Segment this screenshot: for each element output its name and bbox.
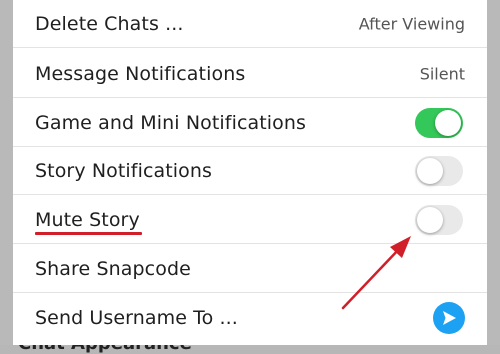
message-notifications-row[interactable]: Message Notifications Silent xyxy=(13,50,487,98)
annotation-underline xyxy=(35,232,142,235)
story-notifications-toggle[interactable] xyxy=(415,155,463,186)
share-snapcode-row[interactable]: Share Snapcode xyxy=(13,245,487,293)
toggle-knob xyxy=(417,157,443,184)
chat-settings-sheet: Delete Chats ... After Viewing Message N… xyxy=(13,0,487,345)
message-notifications-label: Message Notifications xyxy=(35,62,246,85)
send-username-button[interactable] xyxy=(433,302,465,334)
share-snapcode-label: Share Snapcode xyxy=(35,257,191,280)
message-notifications-value: Silent xyxy=(419,64,465,83)
game-mini-notifications-row: Game and Mini Notifications xyxy=(13,99,487,147)
mute-story-toggle[interactable] xyxy=(415,204,463,235)
mute-story-row: Mute Story xyxy=(13,196,487,244)
mute-story-label: Mute Story xyxy=(35,208,140,231)
story-notifications-row: Story Notifications xyxy=(13,147,487,195)
story-notifications-label: Story Notifications xyxy=(35,159,213,182)
delete-chats-value: After Viewing xyxy=(358,14,465,33)
send-username-label: Send Username To ... xyxy=(35,307,238,329)
send-username-row[interactable]: Send Username To ... xyxy=(13,294,487,342)
send-arrow-icon xyxy=(443,311,456,325)
delete-chats-row[interactable]: Delete Chats ... After Viewing xyxy=(13,0,487,48)
toggle-knob xyxy=(417,206,443,233)
delete-chats-label: Delete Chats ... xyxy=(35,12,184,35)
game-mini-notifications-label: Game and Mini Notifications xyxy=(35,111,307,134)
toggle-knob xyxy=(435,109,461,136)
game-mini-notifications-toggle[interactable] xyxy=(415,107,463,138)
